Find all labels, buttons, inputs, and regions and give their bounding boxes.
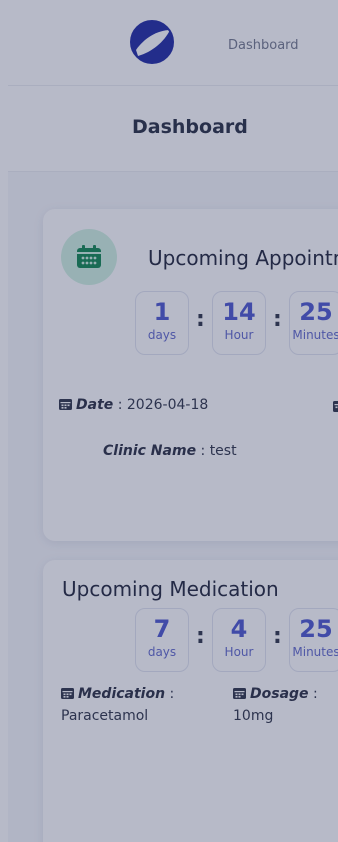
countdown-separator: : (196, 307, 205, 332)
dosage-label-row: Dosage : (233, 686, 318, 702)
calendar-icon (77, 245, 101, 268)
clinic-label: Clinic Name (103, 443, 197, 459)
dosage-value: 10mg (233, 708, 274, 724)
medication-value: Paracetamol (61, 708, 149, 724)
countdown-minutes: 25 Minutes (289, 291, 338, 355)
countdown-hours-unit: Hour (224, 328, 254, 342)
appointment-title: Upcoming Appointment (148, 246, 338, 270)
countdown-hours-unit: Hour (224, 645, 254, 659)
date-label: Date (76, 397, 114, 413)
countdown-hours: 14 Hour (212, 291, 266, 355)
nav-link-dashboard[interactable]: Dashboard (228, 38, 299, 53)
calendar-small-icon (59, 399, 72, 410)
dosage-label: Dosage (250, 686, 309, 702)
countdown-minutes-unit: Minutes (292, 328, 338, 342)
countdown-days: 1 days (135, 291, 189, 355)
countdown-hours-value: 14 (222, 298, 256, 326)
countdown-separator: : (273, 624, 282, 649)
countdown-days: 7 days (135, 608, 189, 672)
countdown-minutes-unit: Minutes (292, 645, 338, 659)
app-frame: Dashboard Dashboard Upcoming Appointment… (8, 6, 338, 842)
medication-title: Upcoming Medication (62, 577, 279, 601)
appointment-clinic: Clinic Name : test (103, 443, 237, 459)
countdown-hours-value: 4 (230, 615, 248, 643)
countdown-separator: : (273, 307, 282, 332)
calendar-small-icon (61, 688, 74, 699)
countdown-separator: : (196, 624, 205, 649)
countdown-days-unit: days (147, 645, 177, 659)
calendar-small-icon (233, 688, 246, 699)
page-title: Dashboard (132, 116, 248, 138)
app-logo-icon[interactable] (130, 20, 174, 64)
medication-label: Medication (78, 686, 166, 702)
appointment-date: Date : 2026-04-18 (59, 397, 208, 413)
appointment-icon-badge (61, 229, 117, 285)
countdown-minutes-value: 25 (299, 615, 333, 643)
calendar-small-icon (333, 401, 338, 412)
countdown-minutes: 25 Minutes (289, 608, 338, 672)
countdown-days-unit: days (147, 328, 177, 342)
medication-name-label-row: Medication : (61, 686, 174, 702)
page-header: Dashboard (8, 86, 338, 172)
upcoming-medication-card: Upcoming Medication 7 days : 4 Hour : 25… (43, 560, 338, 842)
clinic-value: test (209, 443, 237, 459)
countdown-days-value: 7 (153, 615, 171, 643)
top-navbar: Dashboard (8, 6, 338, 86)
countdown-days-value: 1 (153, 298, 171, 326)
countdown-hours: 4 Hour (212, 608, 266, 672)
date-value: 2026-04-18 (126, 397, 209, 413)
countdown-minutes-value: 25 (299, 298, 333, 326)
upcoming-appointment-card: Upcoming Appointment 1 days : 14 Hour : … (43, 209, 338, 541)
